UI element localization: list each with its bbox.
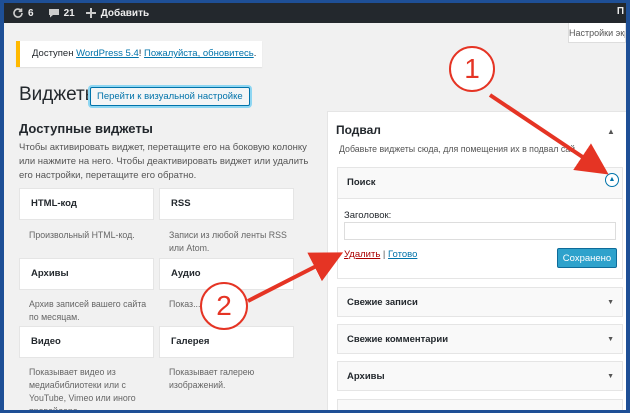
arrow-1 — [488, 93, 609, 175]
annotation-layer — [247, 93, 609, 303]
annotation-marker-1: 1 — [449, 46, 495, 92]
annotation-marker-2: 2 — [200, 282, 248, 330]
arrow-2 — [247, 252, 344, 303]
